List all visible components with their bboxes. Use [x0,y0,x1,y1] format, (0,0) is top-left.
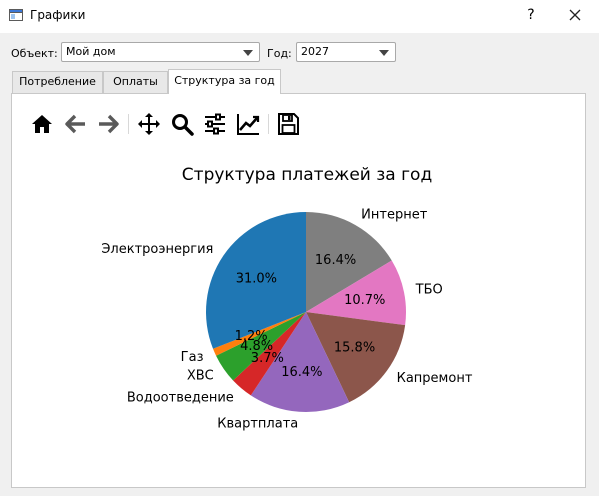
toolbar-separator [128,114,129,134]
slice-percent-label: 10.7% [344,293,385,308]
year-combobox[interactable]: 2027 [296,42,396,62]
slice-label: Интернет [361,208,428,223]
help-button[interactable]: ? [520,3,542,27]
object-combobox[interactable]: Мой дом [61,42,260,62]
back-icon[interactable] [64,112,88,136]
slice-label: Электроэнергия [101,242,213,257]
year-label: Год: [267,47,292,60]
pie-chart: Структура платежей за год Интернет 16.4% Т… [101,165,473,432]
plot-canvas: Структура платежей за год Интернет 16.4% Т… [24,151,575,473]
slice-label: Капремонт [397,371,473,386]
slice-label: Квартплата [217,417,298,432]
tab-year-structure[interactable]: Структура за год [168,69,281,94]
slice-percent-label: 1.2% [235,329,268,344]
slice-label: Водоотведение [127,391,234,406]
forward-icon[interactable] [96,112,120,136]
app-icon [9,9,23,21]
edit-axis-icon[interactable] [236,112,260,136]
zoom-icon[interactable] [170,112,194,136]
object-combobox-value: Мой дом [66,45,116,58]
chevron-down-icon [379,50,389,56]
slice-percent-label: 15.8% [334,340,375,355]
tab-consumption[interactable]: Потребление [12,71,103,93]
chevron-down-icon [243,50,253,56]
slice-percent-label: 31.0% [236,271,277,286]
slice-percent-label: 16.4% [281,365,322,380]
save-icon[interactable] [276,112,300,136]
window-title: Графики [30,8,86,22]
configure-subplots-icon[interactable] [203,112,227,136]
toolbar-separator [268,114,269,134]
chart-title: Структура платежей за год [182,165,432,185]
slice-percent-label: 16.4% [315,253,356,268]
tab-payments[interactable]: Оплаты [103,71,168,93]
title-bar: Графики ? [0,0,599,33]
home-icon[interactable] [30,112,54,136]
slice-label: Газ [181,350,204,365]
pan-icon[interactable] [137,112,161,136]
slice-label: ХВС [187,369,214,384]
close-button[interactable] [560,3,590,27]
year-combobox-value: 2027 [301,45,329,58]
slice-label: ТБО [415,282,443,297]
close-icon [569,9,581,21]
object-label: Объект: [11,47,58,60]
